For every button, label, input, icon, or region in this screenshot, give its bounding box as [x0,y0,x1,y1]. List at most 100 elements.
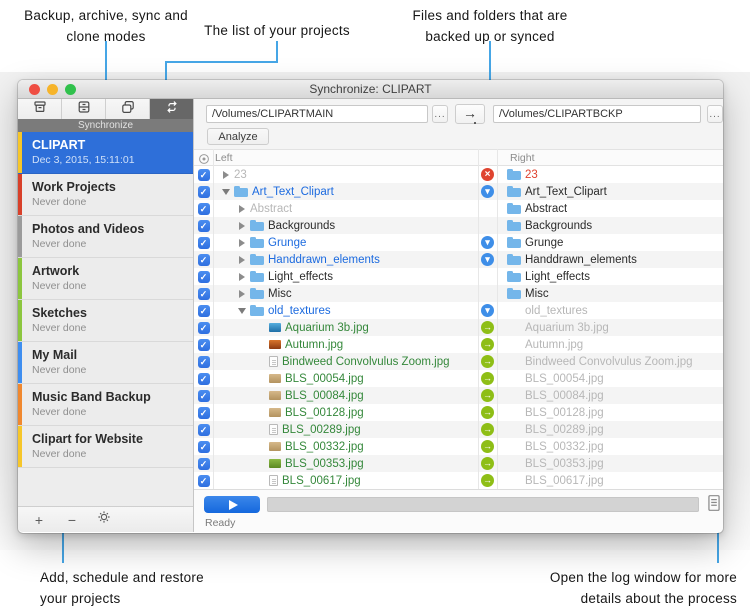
file-left-cell[interactable]: Art_Text_Clipart [213,185,478,198]
file-right-cell[interactable]: Backgrounds [497,219,723,232]
file-row[interactable]: Bindweed Convolvulus Zoom.jpg → Bindweed… [194,353,723,370]
expander-icon[interactable] [238,221,246,230]
file-left-cell[interactable]: old_textures [213,304,478,317]
minimize-button[interactable] [47,84,58,95]
source-path-field[interactable] [206,105,428,123]
file-left-cell[interactable]: Bindweed Convolvulus Zoom.jpg [213,356,478,368]
file-right-cell[interactable]: Abstract [497,202,723,215]
file-right-cell[interactable]: BLS_00128.jpg [497,407,723,419]
project-item[interactable]: CLIPART Dec 3, 2015, 15:11:01 [18,132,193,174]
file-left-cell[interactable]: Handdrawn_elements [213,253,478,266]
expander-icon[interactable] [238,307,246,315]
file-right-cell[interactable]: BLS_00084.jpg [497,390,723,402]
file-row[interactable]: 23 × 23 [194,166,723,183]
project-item[interactable]: Photos and Videos Never done [18,216,193,258]
checkbox[interactable] [197,338,210,351]
file-left-cell[interactable]: BLS_00084.jpg [213,390,478,402]
checkbox[interactable] [197,389,210,402]
expander-icon[interactable] [238,238,246,247]
file-left-cell[interactable]: Aquarium 3b.jpg [213,322,478,334]
browse-source-button[interactable]: ... [432,105,448,123]
file-right-cell[interactable]: BLS_00353.jpg [497,458,723,470]
file-left-cell[interactable]: Abstract [213,203,478,215]
file-right-cell[interactable]: Handdrawn_elements [497,253,723,266]
file-row[interactable]: BLS_00084.jpg → BLS_00084.jpg [194,387,723,404]
file-right-cell[interactable]: BLS_00332.jpg [497,441,723,453]
file-row[interactable]: Grunge ▾ Grunge [194,234,723,251]
checkbox[interactable] [197,474,210,487]
checkbox[interactable] [197,253,210,266]
tab-synchronize[interactable] [150,99,193,119]
expander-icon[interactable] [238,204,246,213]
file-row[interactable]: Misc Misc [194,285,723,302]
log-icon[interactable] [706,494,722,517]
file-right-cell[interactable]: Aquarium 3b.jpg [497,322,723,334]
file-left-cell[interactable]: BLS_00128.jpg [213,407,478,419]
expander-icon[interactable] [238,272,246,281]
file-left-cell[interactable]: Grunge [213,236,478,249]
file-right-cell[interactable]: 23 [497,168,723,181]
browse-destination-button[interactable]: ... [707,105,723,123]
file-right-cell[interactable]: Bindweed Convolvulus Zoom.jpg [497,356,723,368]
gear-icon[interactable] [97,510,111,529]
file-row[interactable]: BLS_00332.jpg → BLS_00332.jpg [194,438,723,455]
file-row[interactable]: Abstract Abstract [194,200,723,217]
checkbox[interactable] [197,355,210,368]
file-left-cell[interactable]: Autumn.jpg [213,339,478,351]
expander-icon[interactable] [238,255,246,264]
file-row[interactable]: Autumn.jpg → Autumn.jpg [194,336,723,353]
checkbox[interactable] [197,440,210,453]
checkbox[interactable] [197,287,210,300]
checkbox[interactable] [197,185,210,198]
add-project-button[interactable]: + [31,512,47,528]
left-column-header[interactable]: Left [215,152,233,164]
checkbox[interactable] [197,406,210,419]
file-right-cell[interactable]: Art_Text_Clipart [497,185,723,198]
file-left-cell[interactable]: BLS_00353.jpg [213,458,478,470]
destination-path-field[interactable] [493,105,701,123]
run-sync-button[interactable] [204,496,260,513]
checkbox[interactable] [197,321,210,334]
tab-archive[interactable] [62,99,106,119]
title-bar[interactable]: Synchronize: CLIPART [18,80,723,99]
project-item[interactable]: Work Projects Never done [18,174,193,216]
file-left-cell[interactable]: Misc [213,287,478,300]
project-item[interactable]: Artwork Never done [18,258,193,300]
file-row[interactable]: BLS_00353.jpg → BLS_00353.jpg [194,455,723,472]
file-left-cell[interactable]: BLS_00289.jpg [213,424,478,436]
checkbox[interactable] [197,236,210,249]
sync-direction-button[interactable]: → [455,104,485,124]
close-button[interactable] [29,84,40,95]
file-left-cell[interactable]: BLS_00332.jpg [213,441,478,453]
file-row[interactable]: Aquarium 3b.jpg → Aquarium 3b.jpg [194,319,723,336]
file-row[interactable]: Handdrawn_elements ▾ Handdrawn_elements [194,251,723,268]
file-row[interactable]: Art_Text_Clipart ▾ Art_Text_Clipart [194,183,723,200]
file-right-cell[interactable]: BLS_00617.jpg [497,475,723,487]
file-left-cell[interactable]: BLS_00617.jpg [213,475,478,487]
expander-icon[interactable] [222,188,230,196]
analyze-button[interactable]: Analyze [207,128,269,145]
project-item[interactable]: Clipart for Website Never done [18,426,193,468]
checkbox[interactable] [197,457,210,470]
file-row[interactable]: Backgrounds Backgrounds [194,217,723,234]
file-right-cell[interactable]: BLS_00054.jpg [497,373,723,385]
file-row[interactable]: BLS_00289.jpg → BLS_00289.jpg [194,421,723,438]
file-left-cell[interactable]: 23 [213,169,478,181]
expander-icon[interactable] [238,289,246,298]
checkbox[interactable] [197,219,210,232]
right-column-header[interactable]: Right [510,152,535,164]
file-right-cell[interactable]: Grunge [497,236,723,249]
checkbox[interactable] [197,168,210,181]
file-row[interactable]: Light_effects Light_effects [194,268,723,285]
file-left-cell[interactable]: BLS_00054.jpg [213,373,478,385]
project-item[interactable]: Music Band Backup Never done [18,384,193,426]
checkbox[interactable] [197,304,210,317]
checkbox[interactable] [197,423,210,436]
project-item[interactable]: My Mail Never done [18,342,193,384]
file-right-cell[interactable]: Light_effects [497,270,723,283]
checkbox[interactable] [197,202,210,215]
tab-clone[interactable] [106,99,150,119]
file-row[interactable]: old_textures ▾ old_textures [194,302,723,319]
file-row[interactable]: BLS_00617.jpg → BLS_00617.jpg [194,472,723,489]
file-right-cell[interactable]: Autumn.jpg [497,339,723,351]
